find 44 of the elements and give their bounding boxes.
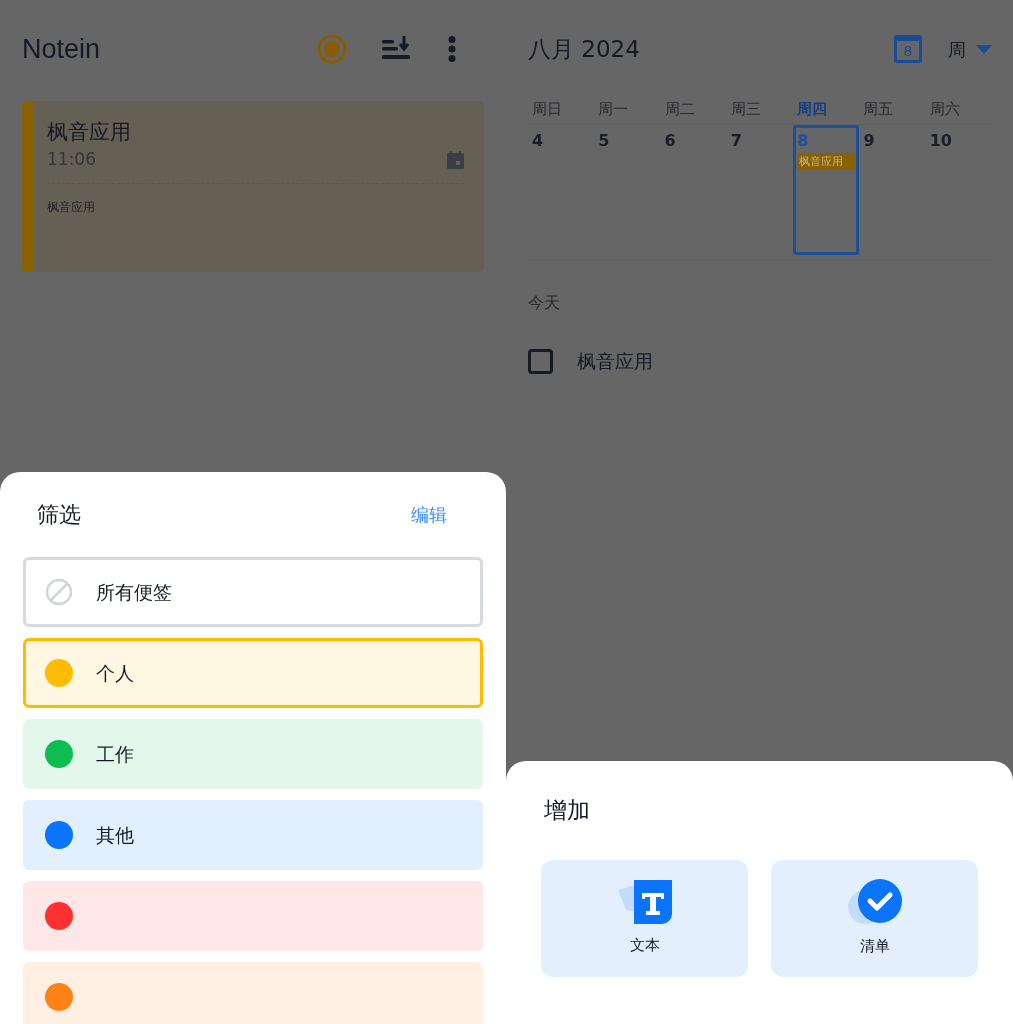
- filter-label: 个人: [96, 660, 134, 686]
- calendar-event[interactable]: 枫音应用: [797, 153, 856, 170]
- filter-option[interactable]: [23, 962, 483, 1024]
- selected-day[interactable]: 8 枫音应用: [793, 125, 860, 255]
- day-number[interactable]: 10: [929, 129, 988, 153]
- filter-label: 工作: [96, 741, 134, 767]
- today-label: 今天: [528, 292, 561, 314]
- app-title: Notein: [22, 32, 102, 66]
- edit-link[interactable]: 编辑: [411, 501, 447, 528]
- weekday-label: 周二: [663, 99, 696, 120]
- weekday-label: 周日: [531, 99, 563, 120]
- sheet-title: 筛选: [37, 501, 81, 529]
- filter-option[interactable]: 个人: [23, 638, 483, 708]
- day-number[interactable]: 7: [730, 129, 790, 153]
- month-title: 八月 2024: [528, 34, 641, 64]
- view-dropdown[interactable]: 周: [948, 35, 992, 63]
- note-title: 枫音应用: [47, 119, 132, 146]
- day-number[interactable]: 4: [532, 129, 591, 153]
- sheet-title: 增加: [544, 796, 591, 825]
- day-number[interactable]: 9: [863, 129, 922, 153]
- day-number[interactable]: 5: [598, 129, 657, 153]
- calendar-icon: [447, 150, 464, 169]
- weekday-label: 周五: [862, 99, 895, 120]
- note-body: 枫音应用: [47, 198, 96, 216]
- caret-icon: [976, 44, 992, 54]
- add-option-button[interactable]: 文本: [541, 859, 748, 977]
- filter-label: 所有便签: [96, 579, 172, 605]
- weekday-label: 周三: [729, 99, 762, 120]
- more-icon[interactable]: [448, 36, 456, 62]
- task-title: 枫音应用: [577, 349, 653, 374]
- task-checkbox[interactable]: [528, 348, 553, 374]
- filter-label: 其他: [96, 822, 134, 848]
- sort-icon[interactable]: [382, 36, 410, 62]
- add-option-button[interactable]: 清单: [771, 859, 978, 977]
- filter-option[interactable]: 工作: [23, 719, 483, 789]
- text-document-icon: [617, 879, 672, 924]
- today-button[interactable]: 8: [894, 35, 922, 63]
- day-number[interactable]: 6: [664, 129, 723, 153]
- filter-option[interactable]: 所有便签: [23, 557, 483, 627]
- filter-option[interactable]: 其他: [23, 800, 483, 870]
- weekday-label: 周四: [796, 99, 829, 120]
- check-circle-icon: [847, 878, 902, 925]
- no-filter-icon: [45, 578, 73, 606]
- weekday-label: 周六: [928, 99, 961, 120]
